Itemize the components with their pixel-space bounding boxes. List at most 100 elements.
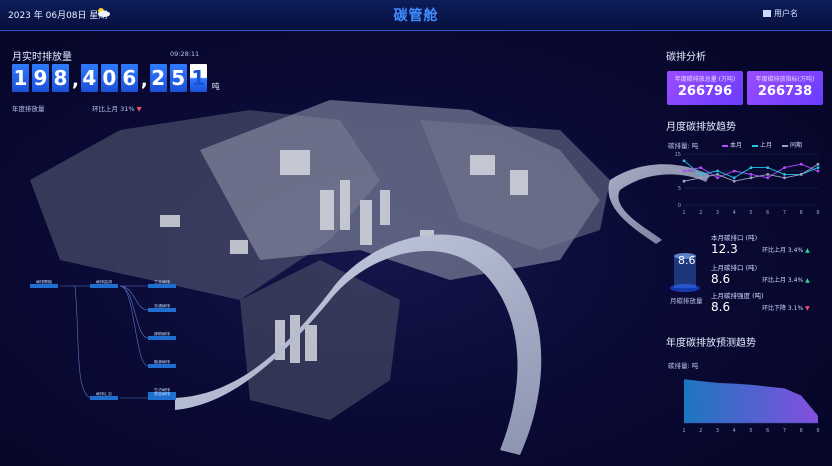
flow-node[interactable]: 碳排汇总 <box>90 392 118 400</box>
flow-node[interactable]: 碳排数据 <box>30 280 58 288</box>
counter-digit: 8 <box>52 64 69 92</box>
gauge-value: 8.6 <box>678 254 696 267</box>
series-point <box>716 169 719 173</box>
flow-node-bar <box>148 396 176 400</box>
flow-node[interactable]: 能源碳排 <box>148 360 176 368</box>
series-point <box>783 166 786 169</box>
x-tick-label: 7 <box>783 210 786 216</box>
series-point <box>682 159 686 163</box>
year-emission-label: 年度排放量 <box>12 105 45 113</box>
top-bar: 2023 年 06月08日 星期 碳管舱 用户名 <box>0 0 832 31</box>
x-tick-label: 4 <box>733 428 736 434</box>
legend-item: 本月 <box>722 140 742 149</box>
series-point <box>682 169 686 173</box>
carbon-analysis-title: 碳排分析 <box>666 52 706 63</box>
flow-node[interactable]: 交通碳排 <box>148 304 176 312</box>
counter-digit: 5 <box>169 64 187 92</box>
indicator-value: 8.6 <box>711 300 731 314</box>
emission-counter: 198,406,251吨 <box>12 64 220 92</box>
legend-item: 上月 <box>752 140 772 149</box>
series-point <box>716 176 719 180</box>
forecast-area <box>684 379 818 423</box>
indicator-value: 8.6 <box>711 272 731 286</box>
indicator-label: 上月碳排强度 (吨) <box>711 292 764 300</box>
legend-item: 同期 <box>782 140 802 149</box>
flow-node-bar <box>148 336 176 340</box>
legend-label: 上月 <box>760 142 773 149</box>
series-point <box>799 173 803 176</box>
series-point <box>783 173 786 176</box>
trend-unit: 碳排量: 吨 <box>668 142 699 150</box>
x-tick-label: 4 <box>733 210 736 216</box>
series-point <box>699 173 703 176</box>
counter-digit: 6 <box>120 64 138 92</box>
indicator-change: 环比上月 3.4% ▲ <box>762 277 810 284</box>
x-tick-label: 9 <box>816 210 819 216</box>
flow-node-bar <box>148 284 176 288</box>
flow-node-bar <box>90 396 118 400</box>
series-point <box>816 162 820 166</box>
series-point <box>816 166 820 169</box>
flow-lines <box>59 285 149 399</box>
flow-node[interactable]: 农业碳排 <box>148 392 176 400</box>
series-point <box>766 166 770 169</box>
flow-node-bar <box>148 364 176 368</box>
y-tick-label: 5 <box>678 186 681 192</box>
flow-node[interactable]: 工业碳排 <box>148 280 176 288</box>
clock: 09:28:11 <box>170 50 200 58</box>
series-point <box>716 173 719 176</box>
y-tick-label: 0 <box>678 203 681 209</box>
series-point <box>699 176 703 180</box>
series-point <box>732 169 736 173</box>
series-point <box>749 173 753 176</box>
series-point <box>783 176 786 180</box>
counter-unit: 吨 <box>211 82 220 91</box>
flow-node[interactable]: 建筑碳排 <box>148 332 176 340</box>
indicator-label: 上月碳排口 (吨) <box>711 264 758 272</box>
series-point <box>816 169 820 173</box>
x-tick-label: 7 <box>783 428 786 434</box>
kpi-annual-target[interactable]: 年度碳排放指标(万吨) 266738 <box>747 71 823 105</box>
forecast-title: 年度碳排放预测趋势 <box>666 338 756 349</box>
arrow-down-icon: ▼ <box>805 305 810 312</box>
monthly-trend-title: 月度碳排放趋势 <box>666 122 736 133</box>
series-point <box>732 179 736 183</box>
series-point <box>766 173 770 176</box>
x-tick-label: 3 <box>716 210 719 216</box>
series-point <box>699 166 703 169</box>
legend-label: 本月 <box>730 142 743 149</box>
indicator-label: 本月碳排口 (吨) <box>711 234 758 242</box>
y-tick-label: 10 <box>675 169 681 175</box>
indicator-value: 12.3 <box>711 242 738 256</box>
counter-digit: 4 <box>80 64 98 92</box>
x-tick-label: 5 <box>749 428 752 434</box>
series-point <box>766 176 770 180</box>
compare-label: 环比上月 31% ▼ <box>92 105 142 113</box>
arrow-up-icon: ▲ <box>805 277 810 284</box>
x-tick-label: 3 <box>716 428 719 434</box>
flow-node-bar <box>148 308 176 312</box>
user-menu[interactable]: 用户名 <box>763 8 798 19</box>
flow-node[interactable]: 碳排监测 <box>90 280 118 288</box>
indicator-change: 环比下降 3.1% ▼ <box>762 305 810 312</box>
flow-node-bar <box>30 284 58 288</box>
page-title: 碳管舱 <box>393 8 439 24</box>
counter-digit: 1 <box>189 64 207 92</box>
indicator-change: 环比上月 3.4% ▲ <box>762 247 810 254</box>
x-tick-label: 9 <box>816 428 819 434</box>
monthly-trend-chart: 0 5 10 15 1 2 3 4 5 6 7 8 9 <box>675 152 820 216</box>
kpi-annual-total[interactable]: 年度碳排放总量 (万吨) 266796 <box>667 71 743 105</box>
x-tick-label: 2 <box>699 210 702 216</box>
x-tick-label: 2 <box>699 428 702 434</box>
trend-legend: 本月 上月 同期 <box>722 140 802 149</box>
x-tick-label: 8 <box>800 428 803 434</box>
counter-separator: , <box>140 70 148 91</box>
series-point <box>749 176 753 180</box>
counter-digit: 1 <box>12 64 29 92</box>
x-tick-label: 1 <box>682 210 685 216</box>
gauge-label: 月碳排放量 <box>670 297 703 305</box>
counter-digit: 9 <box>32 64 49 92</box>
series-point <box>732 176 736 180</box>
series-point <box>749 166 753 169</box>
flow-node-bar <box>90 284 118 288</box>
